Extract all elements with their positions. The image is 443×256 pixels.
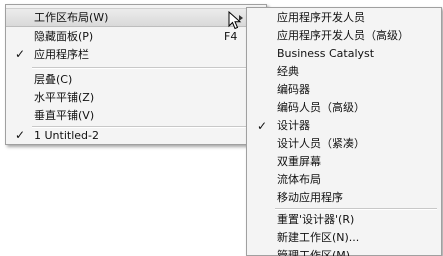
submenu-item-business-catalyst[interactable]: Business Catalyst [247, 45, 441, 63]
menu-item-label: 设计人员（紧凑） [277, 137, 365, 150]
submenu-item-app-developer[interactable]: 应用程序开发人员 [247, 9, 441, 27]
submenu-item-coder[interactable]: 编码器 [247, 81, 441, 99]
checkmark-icon: ✓ [257, 119, 268, 133]
menu-item-label: 双重屏幕 [277, 155, 321, 168]
submenu-item-classic[interactable]: 经典 [247, 63, 441, 81]
menu-item-label: 应用程序开发人员（高级） [277, 29, 409, 42]
menu-separator [275, 208, 437, 210]
menu-item-tile-horizontal[interactable]: 水平平铺(Z) [6, 88, 266, 107]
menu-item-cascade[interactable]: 层叠(C) [6, 70, 266, 89]
mouse-pointer-icon [228, 11, 242, 30]
menu-item-label: 新建工作区(N)... [277, 231, 360, 244]
submenu-item-dual-screen[interactable]: 双重屏幕 [247, 153, 441, 171]
menu-item-label: 工作区布局(W) [34, 11, 109, 24]
menu-separator [32, 67, 262, 69]
menu-item-label: 编码人员（高级） [277, 101, 365, 114]
workspace-layout-submenu: 应用程序开发人员 应用程序开发人员（高级） Business Catalyst … [246, 7, 442, 256]
menu-item-document[interactable]: ✓ 1 Untitled-2 [6, 126, 266, 145]
submenu-item-coder-plus[interactable]: 编码人员（高级） [247, 99, 441, 117]
menu-item-tile-vertical[interactable]: 垂直平铺(V) [6, 106, 266, 125]
menu-item-label: 水平平铺(Z) [34, 91, 95, 104]
menu-item-label: 编码器 [277, 83, 310, 96]
screenshot-stage: 工作区布局(W) 隐藏面板(P) F4 ✓ 应用程序栏 层叠(C) 水平平铺(Z… [0, 0, 443, 256]
menu-item-label: 设计器 [277, 119, 310, 132]
menu-item-label: 流体布局 [277, 173, 321, 186]
menu-item-application-bar[interactable]: ✓ 应用程序栏 [6, 45, 266, 64]
menu-item-label: 垂直平铺(V) [34, 109, 95, 122]
checkmark-icon: ✓ [15, 128, 26, 142]
submenu-item-mobile-applications[interactable]: 移动应用程序 [247, 189, 441, 207]
submenu-item-manage-workspaces[interactable]: 管理工作区(M)... [247, 247, 441, 256]
submenu-item-designer-compact[interactable]: 设计人员（紧凑） [247, 135, 441, 153]
submenu-item-fluid-layout[interactable]: 流体布局 [247, 171, 441, 189]
submenu-item-designer[interactable]: ✓ 设计器 [247, 117, 441, 135]
menu-item-label: 隐藏面板(P) [34, 30, 94, 43]
menu-item-label: 重置'设计器'(R) [277, 213, 355, 226]
submenu-item-app-developer-plus[interactable]: 应用程序开发人员（高级） [247, 27, 441, 45]
menu-item-label: 管理工作区(M)... [277, 249, 361, 256]
menu-item-workspace-layout[interactable]: 工作区布局(W) [6, 8, 266, 27]
menu-item-label: 应用程序开发人员 [277, 11, 365, 24]
menu-item-label: 1 Untitled-2 [34, 129, 99, 142]
menu-item-label: 层叠(C) [34, 73, 73, 86]
menu-item-label: 应用程序栏 [34, 48, 89, 61]
submenu-item-new-workspace[interactable]: 新建工作区(N)... [247, 229, 441, 247]
menu-item-hide-panels[interactable]: 隐藏面板(P) F4 [6, 27, 266, 46]
menu-item-label: Business Catalyst [277, 47, 375, 60]
menu-item-label: 经典 [277, 65, 299, 78]
submenu-item-reset-workspace[interactable]: 重置'设计器'(R) [247, 211, 441, 229]
menu-item-label: 移动应用程序 [277, 191, 343, 204]
checkmark-icon: ✓ [15, 47, 26, 61]
